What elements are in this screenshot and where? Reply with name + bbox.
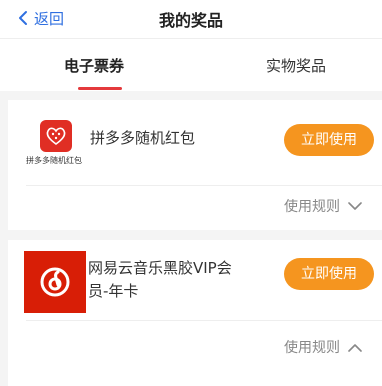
prize-name: 网易云音乐黑胶VIP会员-年卡 <box>88 259 232 300</box>
nav-header: 返回 我的奖品 <box>0 0 382 38</box>
logo-caption: 拼多多随机红包 <box>26 156 82 165</box>
tab-bar: 电子票券 实物奖品 <box>0 38 382 91</box>
prize-name: 拼多多随机红包 <box>90 129 196 147</box>
usage-rules-label: 使用规则 <box>284 199 340 215</box>
prizes-screen: 返回 我的奖品 电子票券 实物奖品 拼多多随机红包 拼多多随机红包 立即使用 使… <box>0 0 382 386</box>
netease-music-logo-icon <box>24 251 86 313</box>
divider <box>26 185 382 186</box>
use-now-button[interactable]: 立即使用 <box>284 258 374 290</box>
active-tab-indicator <box>78 87 122 90</box>
use-now-button[interactable]: 立即使用 <box>284 124 374 156</box>
prize-card: 拼多多随机红包 拼多多随机红包 立即使用 使用规则 <box>8 100 382 230</box>
prize-card: 网易云音乐黑胶VIP会员-年卡 立即使用 使用规则 <box>8 240 382 386</box>
divider <box>26 320 382 321</box>
page-title: 我的奖品 <box>158 11 223 30</box>
chevron-down-icon <box>348 201 362 210</box>
usage-rules-toggle[interactable]: 使用规则 <box>284 196 362 216</box>
tab-e-tickets[interactable]: 电子票券 <box>64 55 124 76</box>
pinduoduo-logo-icon <box>40 120 72 152</box>
chevron-up-icon <box>348 343 362 352</box>
usage-rules-toggle[interactable]: 使用规则 <box>284 337 362 357</box>
usage-rules-label: 使用规则 <box>284 340 340 356</box>
tab-physical-prizes[interactable]: 实物奖品 <box>266 55 326 76</box>
